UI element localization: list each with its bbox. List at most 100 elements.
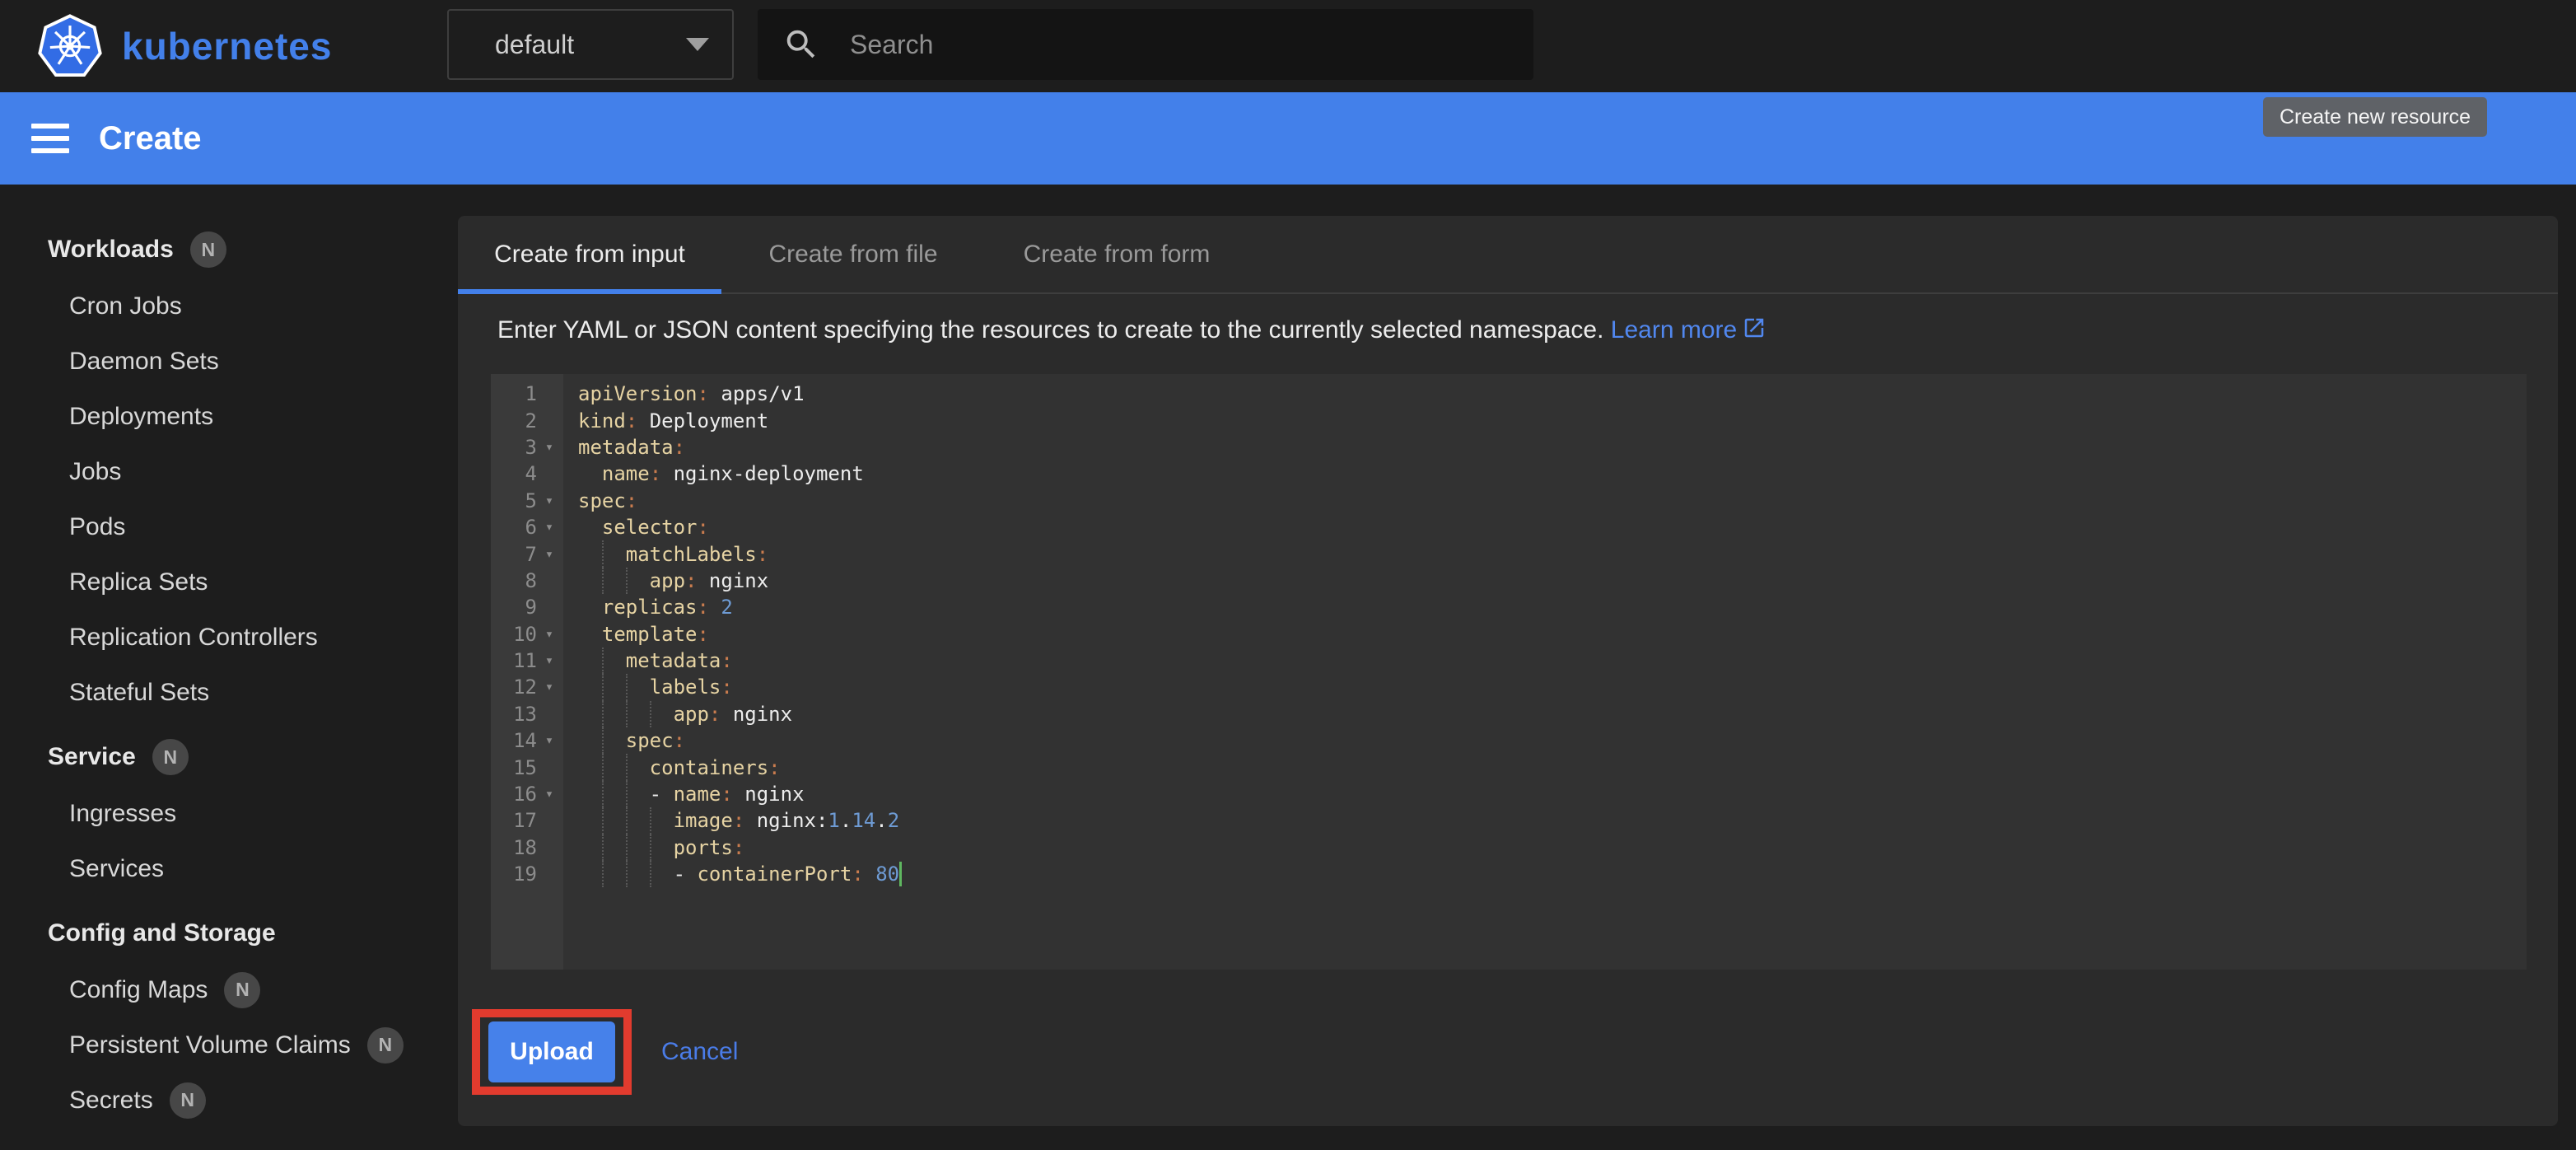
fold-arrow-icon[interactable]: ▾ bbox=[537, 493, 562, 509]
sidebar-item-pods[interactable]: Pods bbox=[0, 499, 458, 554]
sidebar-item-replica-sets[interactable]: Replica Sets bbox=[0, 554, 458, 610]
fold-arrow-icon[interactable]: ▾ bbox=[537, 679, 562, 695]
sidebar-section-workloads[interactable]: WorkloadsN bbox=[0, 221, 458, 278]
cancel-button[interactable]: Cancel bbox=[661, 1038, 738, 1066]
fold-arrow-icon[interactable]: ▾ bbox=[537, 626, 562, 643]
sidebar-item-label: Secrets bbox=[69, 1087, 153, 1115]
editor-code-area[interactable]: apiVersion: apps/v1kind: Deploymentmetad… bbox=[563, 374, 2527, 970]
sidebar-section-label: Service bbox=[48, 743, 136, 771]
kubernetes-logo-icon bbox=[38, 14, 102, 78]
code-line-15[interactable]: containers: bbox=[578, 754, 2527, 780]
line-number: 12 bbox=[491, 676, 537, 699]
namespaced-badge: N bbox=[152, 739, 189, 775]
code-line-1[interactable]: apiVersion: apps/v1 bbox=[578, 381, 2527, 407]
line-number: 17 bbox=[491, 809, 537, 832]
namespace-selected-value: default bbox=[495, 30, 686, 60]
description-body: Enter YAML or JSON content specifying th… bbox=[497, 316, 1603, 344]
line-number: 4 bbox=[491, 462, 537, 485]
line-number: 19 bbox=[491, 862, 537, 886]
code-line-8[interactable]: app: nginx bbox=[578, 568, 2527, 594]
sidebar-item-secrets[interactable]: Secrets N bbox=[0, 1073, 458, 1128]
namespaced-badge: N bbox=[170, 1082, 206, 1119]
search-input[interactable] bbox=[850, 30, 1426, 60]
sidebar-item-label: Config Maps bbox=[69, 976, 208, 1004]
sidebar-item-config-maps[interactable]: Config MapsN bbox=[0, 962, 458, 1017]
line-number: 7 bbox=[491, 543, 537, 566]
sidebar-item-cron-jobs[interactable]: Cron Jobs bbox=[0, 278, 458, 334]
sidebar-item-label: Deployments bbox=[69, 403, 213, 431]
sidebar-item-deployments[interactable]: Deployments bbox=[0, 389, 458, 444]
code-line-4[interactable]: name: nginx-deployment bbox=[578, 460, 2527, 487]
line-number: 2 bbox=[491, 409, 537, 432]
line-number: 6 bbox=[491, 516, 537, 539]
sidebar-item-ingresses[interactable]: Ingresses bbox=[0, 786, 458, 841]
namespaced-badge: N bbox=[190, 231, 226, 268]
sidebar-nav: WorkloadsN Cron Jobs Daemon Sets Deployment… bbox=[0, 185, 458, 1150]
line-number: 5 bbox=[491, 489, 537, 512]
description-text: Enter YAML or JSON content specifying th… bbox=[497, 316, 2518, 344]
sidebar-item-label: Persistent Volume Claims bbox=[69, 1031, 351, 1059]
code-line-19[interactable]: - containerPort: 80 bbox=[578, 861, 2527, 887]
sidebar-item-jobs[interactable]: Jobs bbox=[0, 444, 458, 499]
learn-more-link[interactable]: Learn more bbox=[1611, 316, 1737, 344]
fold-arrow-icon[interactable]: ▾ bbox=[537, 786, 562, 802]
editor-gutter: 123▾45▾6▾7▾8910▾11▾12▾1314▾1516▾171819 bbox=[491, 374, 563, 970]
code-line-14[interactable]: spec: bbox=[578, 727, 2527, 754]
tab-create-from-form[interactable]: Create from form bbox=[985, 216, 1248, 292]
sidebar-section-service[interactable]: Service N bbox=[0, 728, 458, 786]
yaml-code-editor[interactable]: 123▾45▾6▾7▾8910▾11▾12▾1314▾1516▾171819 a… bbox=[491, 374, 2527, 970]
fold-arrow-icon[interactable]: ▾ bbox=[537, 439, 562, 456]
menu-hamburger-icon[interactable] bbox=[31, 124, 69, 153]
namespace-select[interactable]: default bbox=[447, 9, 734, 80]
sidebar-item-label: Stateful Sets bbox=[69, 679, 209, 707]
sidebar-item-services[interactable]: Services bbox=[0, 841, 458, 896]
fold-arrow-icon[interactable]: ▾ bbox=[537, 732, 562, 749]
fold-arrow-icon[interactable]: ▾ bbox=[537, 519, 562, 535]
annotation-highlight-upload-button: Upload bbox=[472, 1009, 632, 1095]
code-line-18[interactable]: ports: bbox=[578, 834, 2527, 861]
sidebar-item-label: Pods bbox=[69, 513, 125, 541]
chevron-down-icon bbox=[686, 38, 709, 51]
sidebar-item-persistent-volume-claims[interactable]: Persistent Volume Claims N bbox=[0, 1017, 458, 1073]
sidebar-item-label: Ingresses bbox=[69, 800, 176, 828]
sidebar-item-stateful-sets[interactable]: Stateful Sets bbox=[0, 665, 458, 720]
code-line-17[interactable]: image: nginx:1.14.2 bbox=[578, 807, 2527, 834]
tab-create-from-input[interactable]: Create from input bbox=[458, 216, 721, 292]
tooltip-create-new-resource: Create new resource bbox=[2263, 97, 2487, 137]
sidebar-section-config-and-storage[interactable]: Config and Storage bbox=[0, 905, 458, 962]
code-line-7[interactable]: matchLabels: bbox=[578, 540, 2527, 567]
code-line-3[interactable]: metadata: bbox=[578, 434, 2527, 460]
line-number: 3 bbox=[491, 436, 537, 459]
namespaced-badge: N bbox=[367, 1027, 404, 1064]
tab-bar: Create from inputCreate from fileCreate … bbox=[458, 216, 2558, 294]
sidebar-item-label: Replication Controllers bbox=[69, 624, 318, 652]
sidebar-section-label: Config and Storage bbox=[48, 919, 276, 947]
tab-create-from-file[interactable]: Create from file bbox=[721, 216, 985, 292]
kubernetes-dashboard-create-page: kubernetes default bbox=[0, 0, 2576, 1150]
brand[interactable]: kubernetes bbox=[0, 14, 332, 78]
search-box[interactable] bbox=[758, 9, 1533, 80]
code-line-16[interactable]: - name: nginx bbox=[578, 781, 2527, 807]
code-line-11[interactable]: metadata: bbox=[578, 647, 2527, 674]
sidebar-item-daemon-sets[interactable]: Daemon Sets bbox=[0, 334, 458, 389]
sidebar-item-label: Jobs bbox=[69, 458, 121, 486]
code-line-13[interactable]: app: nginx bbox=[578, 701, 2527, 727]
code-line-2[interactable]: kind: Deployment bbox=[578, 407, 2527, 433]
line-number: 18 bbox=[491, 836, 537, 859]
line-number: 13 bbox=[491, 703, 537, 726]
line-number: 11 bbox=[491, 649, 537, 672]
code-line-6[interactable]: selector: bbox=[578, 514, 2527, 540]
fold-arrow-icon[interactable]: ▾ bbox=[537, 652, 562, 669]
sidebar-item-label: Cron Jobs bbox=[69, 292, 182, 320]
brand-wordmark: kubernetes bbox=[122, 24, 332, 68]
text-cursor bbox=[899, 862, 902, 886]
upload-button[interactable]: Upload bbox=[488, 1021, 615, 1082]
code-line-12[interactable]: labels: bbox=[578, 674, 2527, 700]
fold-arrow-icon[interactable]: ▾ bbox=[537, 546, 562, 563]
line-number: 9 bbox=[491, 596, 537, 619]
code-line-5[interactable]: spec: bbox=[578, 488, 2527, 514]
code-line-10[interactable]: template: bbox=[578, 621, 2527, 647]
main-content: Create from inputCreate from fileCreate … bbox=[458, 185, 2576, 1150]
sidebar-item-replication-controllers[interactable]: Replication Controllers bbox=[0, 610, 458, 665]
code-line-9[interactable]: replicas: 2 bbox=[578, 594, 2527, 620]
